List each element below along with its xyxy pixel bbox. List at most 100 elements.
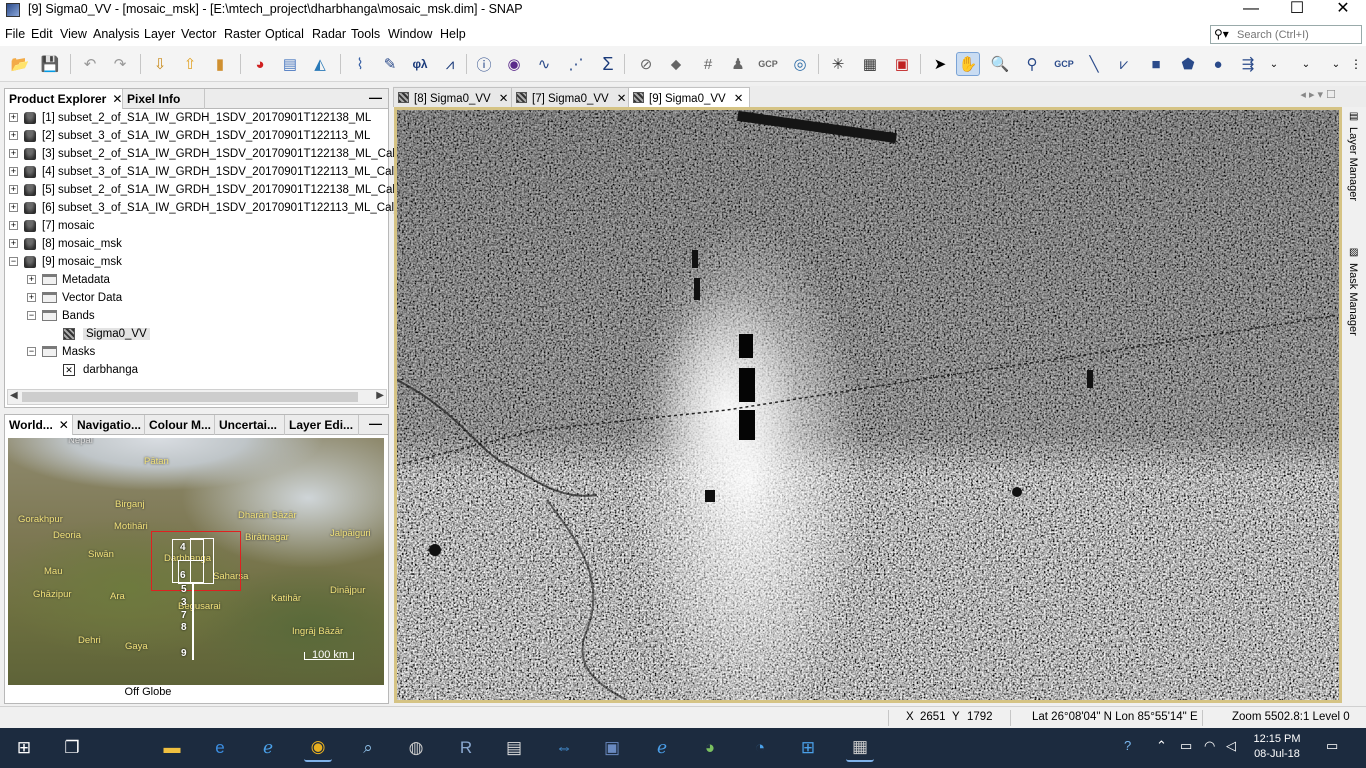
tie-points-icon[interactable]: ✳: [826, 52, 850, 76]
mosaic-icon[interactable]: ▦: [858, 52, 882, 76]
statistics-icon[interactable]: Σ: [596, 52, 620, 76]
pin-manager-icon[interactable]: ⬥: [664, 52, 688, 76]
overflow-icon-2[interactable]: ⌄: [1294, 52, 1318, 76]
bar-chart-icon[interactable]: ▮: [208, 52, 232, 76]
graph-builder-icon[interactable]: ⌇: [348, 52, 372, 76]
band-maths-icon[interactable]: ✎: [378, 52, 402, 76]
expand-icon[interactable]: +: [9, 167, 18, 177]
tab-image-9[interactable]: [9] Sigma0_VV ✕: [628, 87, 751, 107]
windows-store-icon[interactable]: ⊞: [794, 734, 822, 762]
menu-analysis[interactable]: Analysis: [93, 27, 140, 41]
chrome-icon[interactable]: ◉: [304, 734, 332, 762]
volume-icon[interactable]: ◁: [1226, 738, 1236, 754]
tree-product-expanded[interactable]: − [9] mosaic_msk: [9, 253, 122, 271]
menu-vector[interactable]: Vector: [181, 27, 216, 41]
tab-world-view[interactable]: World... ✕: [5, 415, 73, 435]
menu-window[interactable]: Window: [388, 27, 432, 41]
line-tool-icon[interactable]: ╲: [1082, 52, 1106, 76]
internet-explorer-icon[interactable]: ℯ: [254, 734, 282, 762]
expand-icon[interactable]: +: [9, 221, 18, 231]
tree-bands[interactable]: − Bands: [27, 307, 95, 325]
tree-product[interactable]: + [6] subset_3_of_S1A_IW_GRDH_1SDV_201709…: [9, 199, 416, 217]
gcp-icon[interactable]: GCP: [756, 52, 780, 76]
expand-icon[interactable]: +: [9, 203, 18, 213]
ellipse-tool-icon[interactable]: ●: [1206, 52, 1230, 76]
close-icon[interactable]: ✕: [59, 418, 69, 432]
world-map[interactable]: Nepal Pātan Birganj Gorakhpur Motihāri D…: [8, 438, 384, 685]
layer-manager-tab[interactable]: Layer Manager: [1347, 127, 1359, 201]
tree-product[interactable]: + [1] subset_2_of_S1A_IW_GRDH_1SDV_201709…: [9, 109, 371, 127]
spectrum-icon[interactable]: ⩘: [438, 52, 462, 76]
edge-icon[interactable]: e: [206, 734, 234, 762]
rectangle-tool-icon[interactable]: ■: [1144, 52, 1168, 76]
start-icon[interactable]: ⊞: [10, 734, 38, 762]
undo-icon[interactable]: ↶: [78, 52, 102, 76]
menu-optical[interactable]: Optical: [265, 27, 304, 41]
menu-edit[interactable]: Edit: [31, 27, 53, 41]
wave-icon[interactable]: ◭: [308, 52, 332, 76]
zoom-tool-icon[interactable]: 🔍: [988, 52, 1012, 76]
clock[interactable]: 12:15 PM 08-Jul-18: [1246, 732, 1308, 762]
wifi-icon[interactable]: ◠: [1204, 738, 1215, 754]
layer-manager-icon[interactable]: ▤: [1349, 111, 1358, 122]
mask-manager-icon[interactable]: ▨: [1349, 247, 1358, 258]
close-button[interactable]: ✕: [1320, 0, 1366, 20]
files-icon[interactable]: ▤: [500, 734, 528, 762]
file-explorer-icon[interactable]: ▬: [158, 734, 186, 762]
collapse-icon[interactable]: −: [27, 347, 36, 357]
help-icon[interactable]: ?: [1124, 738, 1131, 753]
collapse-icon[interactable]: −: [9, 257, 18, 267]
import-icon[interactable]: ⇩: [148, 52, 172, 76]
export-icon[interactable]: ⇧: [178, 52, 202, 76]
menu-raster[interactable]: Raster: [224, 27, 261, 41]
grid-icon[interactable]: #: [696, 52, 720, 76]
expand-icon[interactable]: +: [9, 113, 18, 123]
gcp-manager-icon[interactable]: ♟: [726, 52, 750, 76]
tab-navigation[interactable]: Navigatio...: [73, 415, 145, 435]
scroll-right-icon[interactable]: ▶: [376, 390, 384, 401]
globe-off-icon[interactable]: ⊘: [634, 52, 658, 76]
tree-metadata[interactable]: + Metadata: [27, 271, 110, 289]
notification-icon[interactable]: ▭: [1326, 738, 1338, 754]
tree-vector-data[interactable]: + Vector Data: [27, 289, 122, 307]
tab-pixel-info[interactable]: Pixel Info: [123, 89, 205, 109]
menu-view[interactable]: View: [60, 27, 87, 41]
minimize-button[interactable]: —: [1228, 0, 1274, 20]
maximize-button[interactable]: ☐: [1274, 0, 1320, 20]
menu-file[interactable]: File: [5, 27, 25, 41]
expand-icon[interactable]: +: [9, 131, 18, 141]
chevron-up-icon[interactable]: ⌃: [1156, 738, 1167, 754]
polygon-tool-icon[interactable]: ⬟: [1176, 52, 1200, 76]
minimize-panel-button[interactable]: —: [369, 416, 382, 431]
magnifier-plus-icon[interactable]: ⚲: [1020, 52, 1044, 76]
expand-icon[interactable]: +: [27, 293, 36, 303]
task-view-icon[interactable]: ❐: [58, 734, 86, 762]
phi-lambda-icon[interactable]: φλ: [408, 52, 432, 76]
layers-icon[interactable]: ▤: [278, 52, 302, 76]
menu-icon[interactable]: ⋮: [1344, 52, 1366, 76]
app-icon-3[interactable]: ◔: [746, 734, 774, 762]
horizontal-scrollbar[interactable]: ◀ ▶: [7, 389, 387, 405]
menu-help[interactable]: Help: [440, 27, 466, 41]
expand-icon[interactable]: +: [9, 149, 18, 159]
sar-image[interactable]: [397, 110, 1339, 700]
tab-image-7[interactable]: [7] Sigma0_VV ✕: [511, 87, 634, 107]
tab-image-8[interactable]: [8] Sigma0_VV ✕: [393, 87, 516, 107]
close-icon[interactable]: ✕: [734, 93, 744, 105]
close-icon[interactable]: ✕: [617, 93, 627, 105]
collapse-icon[interactable]: −: [27, 311, 36, 321]
tree-product[interactable]: + [8] mosaic_msk: [9, 235, 122, 253]
close-icon[interactable]: ✕: [112, 92, 122, 106]
time-series-icon[interactable]: ▣: [890, 52, 914, 76]
app-icon-2[interactable]: ℯ: [648, 734, 676, 762]
globe-app-icon[interactable]: ◕: [696, 734, 724, 762]
select-tool-icon[interactable]: ➤: [928, 52, 952, 76]
tree-product[interactable]: + [5] subset_2_of_S1A_IW_GRDH_1SDV_201709…: [9, 181, 417, 199]
menu-tools[interactable]: Tools: [351, 27, 380, 41]
search-app-icon[interactable]: ⌕: [354, 734, 382, 762]
tree-mask-darbhanga[interactable]: ✕ darbhanga: [63, 361, 138, 379]
expand-icon[interactable]: +: [9, 185, 18, 195]
rgb-image-icon[interactable]: ◕: [248, 52, 272, 76]
tree-product[interactable]: + [3] subset_2_of_S1A_IW_GRDH_1SDV_201709…: [9, 145, 395, 163]
tab-product-explorer[interactable]: Product Explorer ✕: [5, 89, 123, 109]
